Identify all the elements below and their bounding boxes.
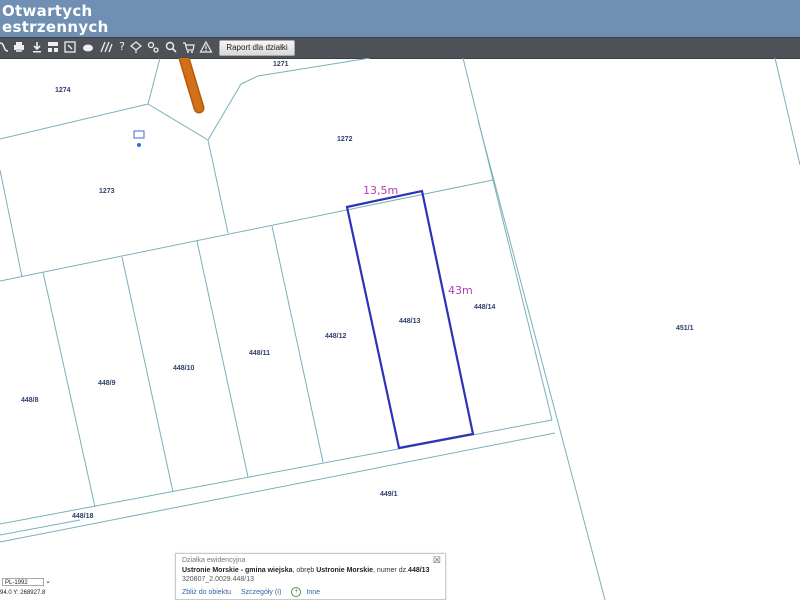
crs-value: PL-1992 <box>5 580 28 586</box>
y-coordinate: 268927.8 <box>20 590 46 596</box>
parcel-label-448-8: 448/8 <box>21 397 39 404</box>
coordinate-panel: PL-1992 ⌄ 94.0 Y: 268927.8 <box>0 577 52 599</box>
popup-location-sep: , obręb <box>292 567 317 574</box>
parcel-line <box>147 58 161 105</box>
parcel-label-1274: 1274 <box>55 87 71 94</box>
parcel-label-448-10: 448/10 <box>173 365 195 372</box>
popup-parcel-number: 448/13 <box>408 567 430 574</box>
warning-icon[interactable] <box>199 40 213 54</box>
parcel-line <box>271 225 324 463</box>
route-icon[interactable] <box>0 40 11 54</box>
width-dimension: 13,5m <box>363 184 398 197</box>
close-icon[interactable]: ☒ <box>433 555 441 566</box>
measure-icon[interactable] <box>63 40 77 54</box>
popup-title: Działka ewidencyjna <box>182 557 246 564</box>
parcel-label-451-1: 451/1 <box>676 325 694 332</box>
parcel-line <box>0 432 556 543</box>
parcel-line <box>207 139 229 234</box>
layers-icon[interactable] <box>129 40 143 54</box>
parcel-label-448-12: 448/12 <box>325 333 347 340</box>
cart-icon[interactable] <box>182 40 196 54</box>
parcel-line <box>0 179 494 282</box>
map-toolbar: ? Raport dla działki <box>0 37 800 59</box>
length-dimension: 43m <box>448 284 473 297</box>
plus-icon[interactable]: + <box>291 587 302 597</box>
parcel-label-1273: 1273 <box>99 188 115 195</box>
app-header: Otwartych estrzennych <box>0 0 800 37</box>
parcel-label-448-9: 448/9 <box>98 380 116 387</box>
crs-select[interactable]: PL-1992 ⌄ <box>2 578 51 586</box>
parcel-label-448-11: 448/11 <box>249 350 270 357</box>
parcel-line <box>0 519 81 536</box>
popup-location: Ustronie Morskie - gmina wiejska, obręb … <box>182 567 429 574</box>
parcel-line <box>477 119 606 600</box>
parcel-info-popup: Działka ewidencyjna ☒ Ustronie Morskie -… <box>175 553 446 600</box>
chevron-down-icon[interactable]: ⌄ <box>45 578 51 586</box>
print-icon[interactable] <box>12 40 26 54</box>
popup-links: Zbliż do obiektu Szczegóły (I) + Inne <box>182 587 328 597</box>
parcel-label-1271: 1271 <box>273 61 289 68</box>
other-link[interactable]: Inne <box>306 589 320 596</box>
popup-precinct: Ustronie Morskie <box>316 567 374 574</box>
parcel-label-1272: 1272 <box>337 136 353 143</box>
coordinate-readout: 94.0 Y: 268927.8 <box>0 590 45 596</box>
zoom-icon[interactable] <box>164 40 178 54</box>
parcel-map: 13,5m 43m 1274 1271 1272 1273 448/8 448/… <box>0 58 800 600</box>
popup-parcel-id: 320807_2.0029.448/13 <box>182 576 255 583</box>
layout-icon[interactable] <box>46 40 60 54</box>
popup-municipality: Ustronie Morskie - gmina wiejska <box>182 567 293 574</box>
report-button[interactable]: Raport dla działki <box>219 40 295 56</box>
download-icon[interactable] <box>30 40 44 54</box>
parcel-label-449-1: 449/1 <box>380 491 398 498</box>
parcel-line <box>462 58 553 421</box>
cloud-icon[interactable] <box>81 40 95 54</box>
parcel-line <box>774 58 800 166</box>
parcel-line <box>196 240 249 478</box>
parcel-line <box>0 169 23 278</box>
parcel-line <box>240 58 371 85</box>
details-link[interactable]: Szczegóły (I) <box>241 589 281 596</box>
help-icon[interactable]: ? <box>115 40 129 54</box>
zoom-to-object-link[interactable]: Zbliż do obiektu <box>182 589 231 596</box>
settings-icon[interactable] <box>146 40 160 54</box>
popup-number-prefix: , numer dz. <box>373 567 409 574</box>
parcel-line <box>42 271 96 508</box>
parcel-line <box>207 83 242 141</box>
point-marker <box>133 130 145 147</box>
app-title-line2: estrzennych <box>2 18 109 36</box>
map-canvas[interactable]: 13,5m 43m 1274 1271 1272 1273 448/8 448/… <box>0 58 800 600</box>
parcel-label-448-14: 448/14 <box>474 304 496 311</box>
parcel-label-448-13: 448/13 <box>399 318 421 325</box>
x-coordinate: 94.0 <box>0 590 12 596</box>
parcel-line <box>121 256 174 493</box>
parcel-line <box>0 103 149 140</box>
hatch-icon[interactable] <box>99 40 113 54</box>
y-coordinate-label: Y: <box>13 590 19 596</box>
parcel-label-448-18: 448/18 <box>72 513 94 520</box>
